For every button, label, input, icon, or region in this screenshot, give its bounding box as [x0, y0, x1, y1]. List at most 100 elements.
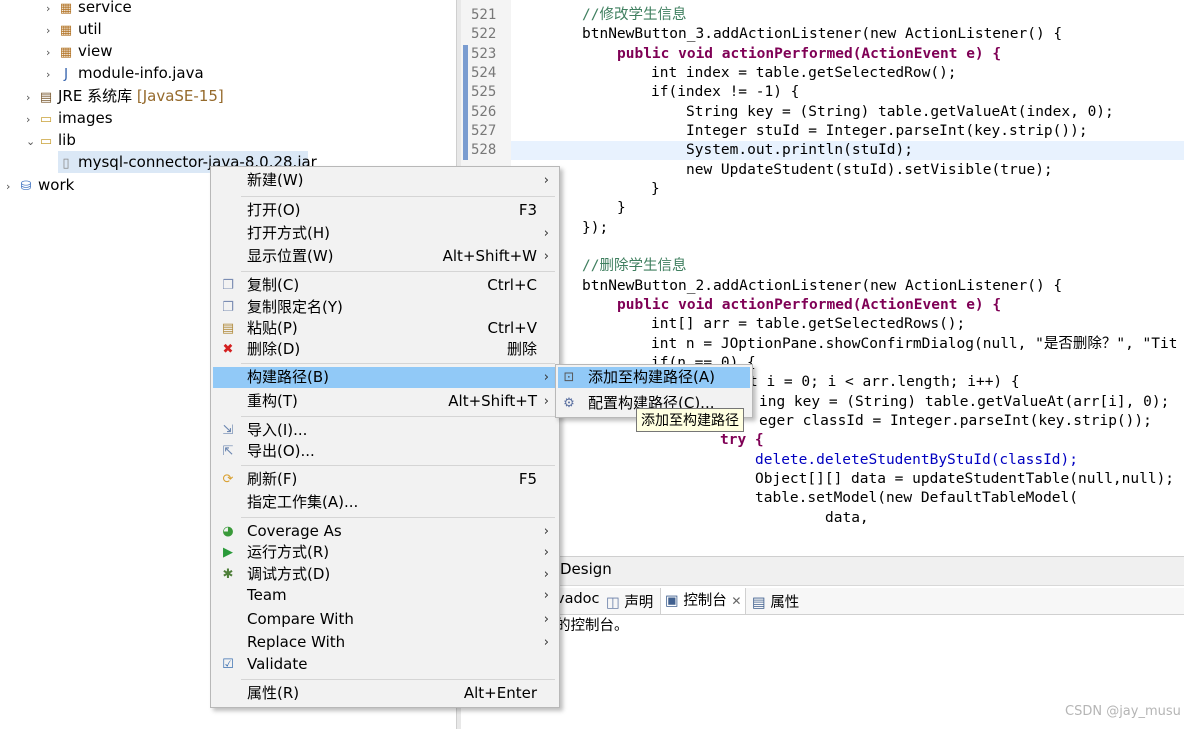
copy-icon: ❐ [222, 278, 234, 293]
code-line: System.out.println(stuId); [686, 142, 913, 158]
context-menu: 新建(W) › 打开(O) F3 打开方式(H) › 显示位置(W) Alt+Shift… [210, 166, 560, 708]
configure-build-path-icon: ⚙ [563, 396, 575, 411]
menu-separator [241, 517, 555, 518]
code-line: t i = 0; i < arr.length; i++) { [749, 374, 1020, 390]
refresh-icon: ⟳ [222, 472, 234, 487]
chevron-right-icon[interactable]: › [46, 42, 58, 64]
line-number: 527 [471, 123, 497, 139]
menu-item-team[interactable]: Team › [213, 585, 557, 606]
menu-item-show-in[interactable]: 显示位置(W) Alt+Shift+W › [213, 246, 557, 267]
tab-declaration[interactable]: ◫ 声明 [606, 591, 653, 612]
code-line: data, [825, 510, 869, 526]
menu-item-refactor[interactable]: 重构(T) Alt+Shift+T › [213, 391, 557, 412]
tree-item-images[interactable]: › ▭ images [26, 107, 113, 129]
tree-item-service[interactable]: › ▦ service [46, 0, 132, 18]
tab-design[interactable]: Design [560, 560, 612, 578]
debug-bug-icon: ✱ [222, 567, 234, 582]
chevron-right-icon[interactable]: › [26, 87, 38, 109]
menu-item-open[interactable]: 打开(O) F3 [213, 200, 557, 221]
chevron-right-icon[interactable]: › [26, 109, 38, 131]
tree-item-util[interactable]: › ▦ util [46, 18, 102, 40]
submenu-arrow-icon: › [543, 394, 549, 409]
chevron-right-icon[interactable]: › [46, 0, 58, 20]
line-number: 524 [471, 65, 497, 81]
line-number: 522 [471, 26, 497, 42]
menu-item-assign-working-sets[interactable]: 指定工作集(A)... [213, 492, 557, 513]
code-line: btnNewButton_2.addActionListener(new Act… [582, 278, 1063, 294]
java-file-icon: J [64, 67, 68, 82]
menu-item-new[interactable]: 新建(W) › [213, 170, 557, 191]
tooltip: 添加至构建路径 [636, 408, 744, 432]
code-line: //修改学生信息 [582, 7, 687, 23]
chevron-right-icon[interactable]: › [6, 176, 18, 198]
code-line: Object[][] data = updateStudentTable(nul… [755, 471, 1175, 487]
package-icon: ▦ [59, 1, 73, 16]
menu-item-paste[interactable]: ▤ 粘贴(P) Ctrl+V [213, 318, 557, 339]
tree-item-jre-library[interactable]: › ▤ JRE 系统库 [JavaSE-15] [26, 85, 224, 107]
menu-item-run-as[interactable]: ▶ 运行方式(R) › [213, 542, 557, 563]
tree-item-view[interactable]: › ▦ view [46, 40, 113, 62]
menu-item-validate[interactable]: ☑ Validate [213, 654, 557, 675]
run-icon: ▶ [223, 545, 233, 560]
tab-properties[interactable]: ▤ 属性 [752, 591, 799, 612]
menu-item-import[interactable]: ⇲ 导入(I)... [213, 420, 557, 441]
tree-item-lib[interactable]: ⌄ ▭ lib [26, 129, 76, 151]
menu-item-replace-with[interactable]: Replace With › [213, 632, 557, 653]
code-line: new UpdateStudent(stuId).setVisible(true… [686, 162, 1053, 178]
add-to-build-path-icon: ⊡ [563, 370, 575, 385]
declaration-icon: ◫ [606, 595, 620, 611]
chevron-down-icon[interactable]: ⌄ [26, 131, 38, 153]
export-icon: ⇱ [222, 444, 234, 459]
code-line: delete.deleteStudentByStuId(classId); [755, 452, 1079, 468]
code-line: btnNewButton_3.addActionListener(new Act… [582, 26, 1063, 42]
submenu-arrow-icon: › [543, 249, 549, 264]
code-line: ing key = (String) table.getValueAt(arr[… [759, 394, 1170, 410]
view-tab-bar: vadoc ◫ 声明 ▣ 控制台 ✕ ▤ 属性 [556, 588, 1184, 615]
menu-item-export[interactable]: ⇱ 导出(O)... [213, 441, 557, 462]
submenu-arrow-icon: › [543, 588, 549, 603]
code-line: int index = table.getSelectedRow(); [651, 65, 957, 81]
close-icon[interactable]: ✕ [731, 594, 741, 608]
package-icon: ▦ [59, 45, 73, 60]
code-line: String key = (String) table.getValueAt(i… [686, 104, 1114, 120]
tab-console[interactable]: ▣ 控制台 ✕ [660, 588, 747, 614]
code-line: } [651, 181, 660, 197]
menu-item-compare-with[interactable]: Compare With › [213, 609, 557, 630]
menu-item-copy-qualified-name[interactable]: ❐ 复制限定名(Y) [213, 297, 557, 318]
menu-item-refresh[interactable]: ⟳ 刷新(F) F5 [213, 469, 557, 490]
tree-item-module-info[interactable]: › Jmodule-info.java [46, 62, 204, 84]
chevron-right-icon[interactable]: › [46, 20, 58, 42]
line-number: 528 [471, 142, 497, 158]
project-icon: ⛁ [20, 179, 32, 194]
chevron-right-icon[interactable]: › [46, 64, 58, 86]
folder-icon: ▭ [39, 112, 53, 127]
submenu-arrow-icon: › [543, 612, 549, 627]
menu-item-add-to-build-path[interactable]: ⊡ 添加至构建路径(A) [558, 367, 750, 388]
console-message: 的控制台。 [556, 618, 629, 634]
menu-item-debug-as[interactable]: ✱ 调试方式(D) › [213, 564, 557, 585]
menu-separator [241, 679, 555, 680]
properties-icon: ▤ [752, 595, 766, 611]
line-number: 521 [471, 7, 497, 23]
import-icon: ⇲ [222, 423, 234, 438]
code-line: public void actionPerformed(ActionEvent … [617, 46, 1002, 62]
code-line: }); [582, 220, 609, 236]
tree-item-work[interactable]: › ⛁ work [6, 174, 74, 196]
submenu-arrow-icon: › [543, 226, 549, 241]
menu-item-build-path[interactable]: 构建路径(B) › [213, 367, 557, 388]
menu-item-copy[interactable]: ❐ 复制(C) Ctrl+C [213, 275, 557, 296]
menu-item-properties[interactable]: 属性(R) Alt+Enter [213, 683, 557, 704]
tab-javadoc[interactable]: vadoc [556, 591, 600, 607]
code-line: eger classId = Integer.parseInt(key.stri… [759, 413, 1152, 429]
menu-item-open-with[interactable]: 打开方式(H) › [213, 223, 557, 244]
line-number: 523 [471, 46, 497, 62]
menu-item-delete[interactable]: ✖ 删除(D) 删除 [213, 339, 557, 360]
override-marker-bar [463, 45, 468, 160]
menu-item-coverage-as[interactable]: ◕ Coverage As › [213, 521, 557, 542]
copy-qualified-name-icon: ❐ [222, 300, 234, 315]
code-editor[interactable]: 521 522 523 524 525 526 527 528 //修改学生信息… [461, 0, 1184, 540]
code-line: int n = JOptionPane.showConfirmDialog(nu… [651, 336, 1178, 352]
submenu-arrow-icon: › [543, 370, 549, 385]
menu-separator [241, 363, 555, 364]
code-line: int[] arr = table.getSelectedRows(); [651, 316, 966, 332]
